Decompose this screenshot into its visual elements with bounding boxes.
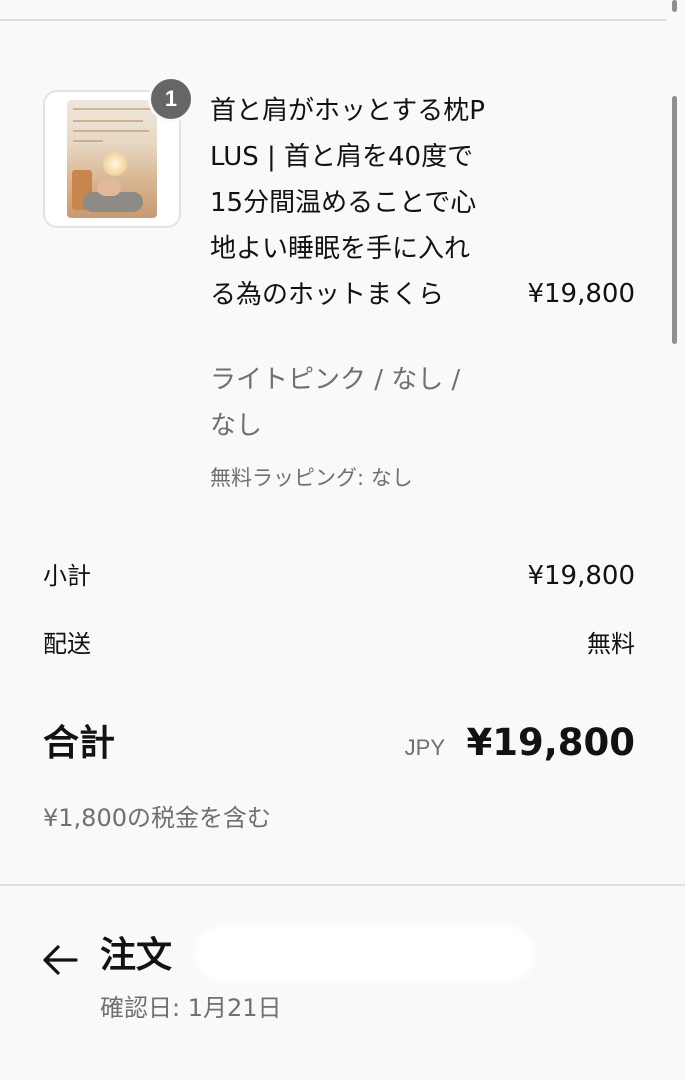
bottom-divider — [0, 884, 685, 886]
line-item-price: ¥19,800 — [527, 279, 635, 309]
product-image-icon — [67, 100, 157, 218]
order-summary-page: 1 首と肩がホッとする枕PLUS | 首と肩を40度で15分間温めることで心地よ… — [0, 0, 685, 1080]
shipping-label: 配送 — [43, 630, 91, 658]
image-text-line — [73, 130, 149, 132]
image-text-line — [73, 140, 103, 142]
confirmation-date: 確認日: 1月21日 — [100, 994, 282, 1022]
lamp-light — [103, 152, 127, 176]
product-variant: ライトピンク / なし / なし — [210, 365, 461, 441]
total-label: 合計 — [43, 723, 116, 764]
subtotal-value: ¥19,800 — [527, 561, 635, 591]
top-divider — [0, 19, 666, 21]
total-value: ¥19,800 — [466, 721, 635, 764]
quantity-badge: 1 — [148, 76, 194, 122]
order-title: 注文 — [100, 935, 173, 976]
scrollbar-thumb[interactable] — [672, 96, 677, 344]
image-text-line — [73, 120, 143, 122]
scrollbar-top-segment[interactable] — [672, 0, 677, 12]
subtotal-label: 小計 — [43, 562, 91, 590]
shipping-value: 無料 — [587, 630, 635, 658]
currency-code: JPY — [404, 735, 445, 760]
arrow-left-icon[interactable] — [40, 938, 80, 982]
gift-wrapping: 無料ラッピング: なし — [210, 466, 413, 490]
product-title: 首と肩がホッとする枕PLUS | 首と肩を40度で15分間温めることで心地よい睡… — [210, 96, 485, 310]
tax-note: ¥1,800の税金を含む — [43, 804, 271, 832]
redacted-order-number — [195, 926, 535, 982]
head-shape — [97, 180, 121, 196]
image-text-line — [73, 108, 151, 110]
